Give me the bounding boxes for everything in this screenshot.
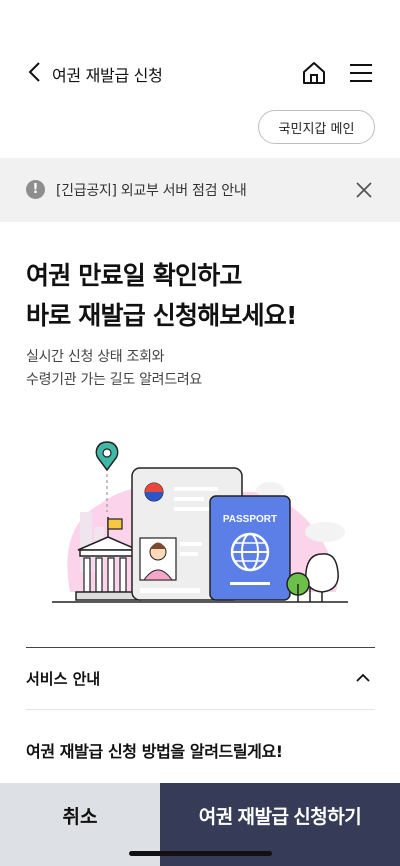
section-divider	[26, 647, 375, 648]
howto-heading: 여권 재발급 신청 방법을 알려드릴게요!	[26, 742, 283, 761]
home-indicator	[129, 851, 272, 856]
notice-banner[interactable]: ! [긴급공지] 외교부 서버 점검 안내	[0, 158, 400, 222]
section-divider-light	[26, 709, 375, 710]
app-header: 여권 재발급 신청	[0, 48, 400, 98]
collapse-toggle[interactable]	[351, 666, 375, 690]
menu-button[interactable]	[345, 58, 377, 88]
cancel-label: 취소	[62, 807, 98, 828]
notice-close-button[interactable]	[350, 176, 378, 204]
headline-line-1: 여권 만료일 확인하고	[26, 261, 242, 290]
service-info-label: 서비스 안내	[26, 670, 101, 688]
chevron-up-icon	[356, 673, 370, 682]
back-button[interactable]	[20, 58, 48, 86]
page-title: 여권 재발급 신청	[52, 66, 163, 85]
subtext-line-1: 실시간 신청 상태 조회와	[26, 349, 165, 365]
chevron-left-icon	[28, 62, 40, 82]
passport-label: PASSPORT	[223, 514, 277, 525]
cloud-shape	[305, 522, 345, 542]
close-icon	[356, 182, 372, 198]
home-button[interactable]	[299, 58, 329, 88]
wallet-main-button[interactable]: 국민지갑 메인	[258, 110, 375, 144]
passport-book-illustration: PASSPORT	[209, 495, 291, 601]
notice-text[interactable]: [긴급공지] 외교부 서버 점검 안내	[56, 180, 247, 200]
hero-headline: 여권 만료일 확인하고 바로 재발급 신청해보세요!	[26, 256, 386, 336]
wallet-main-label: 국민지갑 메인	[278, 121, 355, 137]
hamburger-menu-icon	[350, 64, 372, 82]
headline-line-2: 바로 재발급 신청해보세요!	[26, 301, 297, 330]
passport-illustration: PASSPORT	[52, 441, 348, 603]
hero-subtext: 실시간 신청 상태 조회와 수령기관 가는 길도 알려드려요	[26, 346, 202, 392]
apply-label: 여권 재발급 신청하기	[198, 807, 362, 828]
exclamation-circle-icon: !	[26, 180, 45, 199]
service-info-accordion[interactable]: 서비스 안내	[26, 656, 375, 702]
subtext-line-2: 수령기관 가는 길도 알려드려요	[26, 372, 202, 388]
home-icon	[303, 62, 325, 84]
